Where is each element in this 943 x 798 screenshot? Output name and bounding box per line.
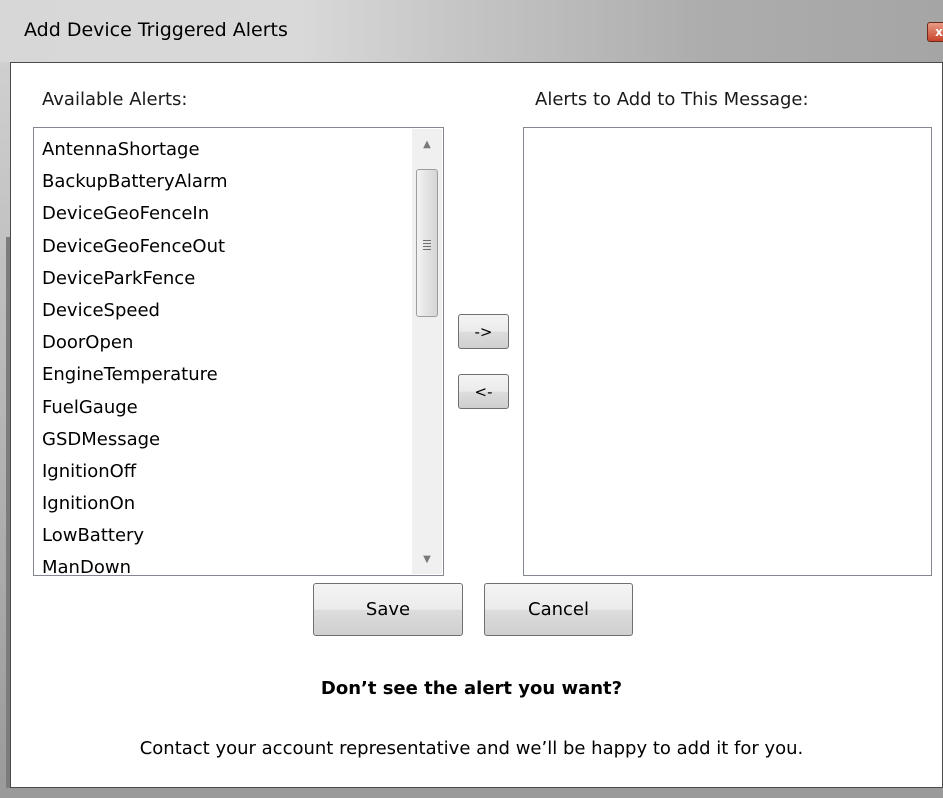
- alert-list-item[interactable]: DeviceParkFence: [42, 263, 409, 295]
- remove-alert-button[interactable]: <-: [458, 374, 509, 409]
- available-alerts-scrollbar[interactable]: ▲ ▼: [412, 129, 442, 574]
- alert-list-item[interactable]: IgnitionOn: [42, 488, 409, 520]
- alert-list-item[interactable]: DoorOpen: [42, 327, 409, 359]
- footer-message: Contact your account representative and …: [139, 738, 804, 759]
- close-button[interactable]: x: [927, 22, 943, 42]
- scroll-up-arrow-icon[interactable]: ▲: [412, 131, 442, 157]
- alert-list-item[interactable]: LowBattery: [42, 520, 409, 552]
- scroll-down-arrow-icon[interactable]: ▼: [412, 546, 442, 572]
- add-alert-button[interactable]: ->: [458, 314, 509, 349]
- alert-list-item[interactable]: DeviceGeoFenceIn: [42, 198, 409, 230]
- dialog-window: Add Device Triggered Alerts x Available …: [0, 0, 943, 798]
- title-bar[interactable]: Add Device Triggered Alerts x: [0, 0, 943, 62]
- alert-list-item[interactable]: GSDMessage: [42, 424, 409, 456]
- save-button[interactable]: Save: [313, 583, 463, 636]
- close-icon: x: [935, 25, 943, 39]
- alert-list-item[interactable]: FuelGauge: [42, 392, 409, 424]
- available-alerts-label: Available Alerts:: [42, 89, 188, 110]
- alert-list-item[interactable]: BackupBatteryAlarm: [42, 166, 409, 198]
- alert-list-item[interactable]: IgnitionOff: [42, 456, 409, 488]
- footer-heading: Don’t see the alert you want?: [320, 678, 623, 699]
- available-alerts-items: AntennaShortage BackupBatteryAlarm DeviceG…: [42, 134, 409, 585]
- selected-alerts-label: Alerts to Add to This Message:: [535, 89, 809, 110]
- cancel-button[interactable]: Cancel: [484, 583, 633, 636]
- alert-list-item[interactable]: AntennaShortage: [42, 134, 409, 166]
- alert-list-item[interactable]: DeviceGeoFenceOut: [42, 231, 409, 263]
- alert-list-item[interactable]: DeviceSpeed: [42, 295, 409, 327]
- window-bottom-border: [0, 788, 943, 798]
- scroll-thumb[interactable]: [416, 169, 438, 317]
- window-title: Add Device Triggered Alerts: [24, 19, 288, 41]
- alert-list-item[interactable]: ManDown: [42, 552, 409, 584]
- available-alerts-list[interactable]: AntennaShortage BackupBatteryAlarm DeviceG…: [33, 127, 444, 578]
- alert-list-item[interactable]: EngineTemperature: [42, 359, 409, 391]
- selected-alerts-list[interactable]: [523, 127, 932, 576]
